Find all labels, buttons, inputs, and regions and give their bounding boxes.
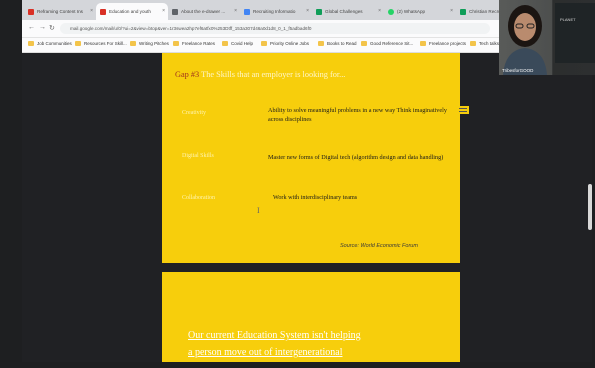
- folder-icon: [130, 41, 136, 46]
- close-icon[interactable]: ×: [306, 8, 309, 14]
- gmail-icon: [100, 8, 106, 15]
- site-icon: [244, 8, 250, 15]
- gap-label: Gap #3: [175, 70, 200, 79]
- bookmark-resources-skill[interactable]: Resources For Skill...: [75, 41, 127, 46]
- close-icon[interactable]: ×: [162, 8, 165, 14]
- close-icon[interactable]: ×: [450, 8, 453, 14]
- skill-label: Digital Skills: [182, 153, 214, 159]
- skill-description: Master new forms of Digital tech (algori…: [268, 154, 444, 161]
- skill-description: Work with interdisciplinary teams: [273, 194, 358, 201]
- plus-icon: [460, 8, 466, 15]
- page-icon: [172, 8, 178, 15]
- skill-description: Ability to solve meaningful problems in …: [268, 107, 447, 123]
- skill-label: Creativity: [182, 110, 206, 116]
- tab-global-challenges[interactable]: Global Challenges ×: [312, 3, 384, 20]
- plus-icon: [316, 8, 322, 15]
- webcam-overlay: PLANET TribesforGOOD: [499, 0, 595, 75]
- slide-heading-line: Our current Education System isn't helpi…: [188, 330, 361, 341]
- tab-about-e-drawer[interactable]: About the e-drawer ... ×: [168, 3, 240, 20]
- bookmark-writing-pitches[interactable]: Writing Pitches: [130, 41, 169, 46]
- folder-icon: [222, 41, 228, 46]
- bookmark-job-communities[interactable]: Job Communities: [28, 41, 72, 46]
- bookmark-good-reference[interactable]: Good Reference Sit...: [361, 41, 413, 46]
- back-arrow-icon[interactable]: ←: [28, 24, 35, 31]
- presenter-avatar: [503, 5, 547, 75]
- tab-education-youth[interactable]: Education and youth ×: [96, 3, 168, 20]
- bookmark-freelance-projects[interactable]: Freelance projects: [420, 41, 466, 46]
- skill-label: Collaboration: [182, 195, 215, 201]
- bookmark-priority-online-jobs[interactable]: Priority Online Jobs: [261, 41, 309, 46]
- bookmark-books-to-read[interactable]: Books to Read: [318, 41, 357, 46]
- tab-whatsapp[interactable]: (2) WhatsApp ×: [384, 3, 456, 20]
- slide-title: Gap #3 The Skills that an employer is lo…: [175, 70, 346, 79]
- close-icon[interactable]: ×: [90, 8, 93, 14]
- close-icon[interactable]: ×: [234, 8, 237, 14]
- whatsapp-icon: [388, 8, 394, 15]
- reload-icon[interactable]: ↻: [49, 24, 55, 32]
- slide-education-system: Our current Education System isn't helpi…: [162, 272, 460, 362]
- folder-icon: [470, 41, 476, 46]
- folder-icon: [261, 41, 267, 46]
- screen: Reframing Content Ins × Education and yo…: [0, 0, 595, 368]
- bookmark-freelance-rates[interactable]: Freelance Rates: [173, 41, 215, 46]
- folder-icon: [28, 41, 34, 46]
- folder-icon: [361, 41, 367, 46]
- gmail-icon: [28, 8, 34, 15]
- document-viewer: Gap #3 The Skills that an employer is lo…: [22, 53, 592, 362]
- folder-icon: [173, 41, 179, 46]
- participant-name: TribesforGOOD: [502, 68, 534, 73]
- tab-reframing-content[interactable]: Reframing Content Ins ×: [24, 3, 96, 20]
- folder-icon: [318, 41, 324, 46]
- folder-icon: [75, 41, 81, 46]
- slide-skills: Gap #3 The Skills that an employer is lo…: [162, 53, 460, 263]
- forward-arrow-icon[interactable]: →: [39, 24, 46, 31]
- url-field[interactable]: mail.google.com/mail/u/0/?ui=2&view=btop…: [60, 23, 490, 34]
- slide-menu-icon[interactable]: [457, 106, 469, 114]
- bookmark-covid-help[interactable]: Covid Help: [222, 41, 253, 46]
- source-caption: Source: World Economic Forum: [340, 243, 418, 249]
- slide-heading-line: a person move out of intergenerational: [188, 347, 343, 358]
- tab-recruiting-information[interactable]: Recruiting Informatio ×: [240, 3, 312, 20]
- folder-icon: [420, 41, 426, 46]
- close-icon[interactable]: ×: [378, 8, 381, 14]
- text-cursor-icon: I: [257, 206, 260, 215]
- scrollbar-thumb[interactable]: [588, 184, 592, 230]
